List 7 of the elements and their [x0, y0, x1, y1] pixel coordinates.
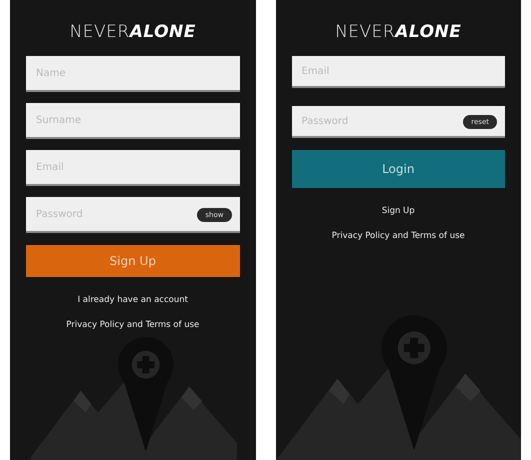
text-link[interactable]: Privacy Policy and Terms of use	[66, 320, 200, 330]
text-link[interactable]: Privacy Policy and Terms of use	[332, 231, 465, 241]
text-link[interactable]: Sign Up	[382, 206, 415, 216]
text-link[interactable]: I already have an account	[78, 294, 188, 305]
app-logo: NEVERALONE	[335, 22, 462, 42]
app-logo: NEVERALONE	[70, 22, 196, 42]
submit-button[interactable]: Login	[292, 150, 505, 188]
